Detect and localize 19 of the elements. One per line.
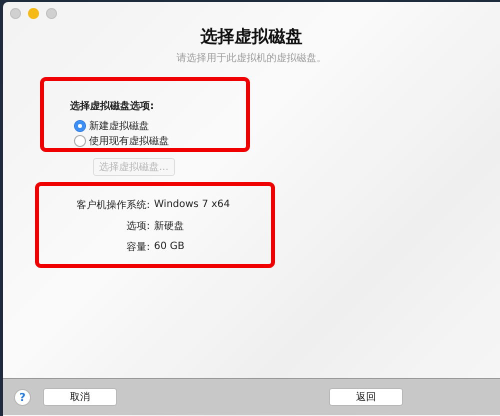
close-button[interactable]	[10, 8, 21, 19]
help-button[interactable]: ?	[14, 388, 31, 406]
radio-label[interactable]: 新建虚拟磁盘	[89, 118, 149, 132]
summary-value: 新硬盘	[154, 220, 184, 232]
radio-button[interactable]	[74, 120, 86, 132]
summary-value: 60 GB	[154, 241, 185, 252]
radio-label[interactable]: 使用现有虚拟磁盘	[89, 134, 169, 148]
radio-button[interactable]	[74, 134, 86, 146]
zoom-button[interactable]	[46, 8, 57, 19]
cancel-button[interactable]: 取消	[43, 388, 117, 406]
window-title: 选择虚拟磁盘	[200, 26, 302, 48]
summary-label: 容量:	[126, 240, 150, 254]
minimize-button[interactable]	[28, 8, 39, 19]
options-heading: 选择虚拟磁盘选项:	[70, 100, 155, 113]
back-button[interactable]: 返回	[329, 388, 403, 406]
summary-label: 客户机操作系统:	[76, 198, 150, 212]
summary-label: 选项:	[126, 220, 150, 232]
window-subtitle: 请选择用于此虚拟机的虚拟磁盘。	[176, 52, 326, 65]
summary-value: Windows 7 x64	[154, 199, 230, 210]
